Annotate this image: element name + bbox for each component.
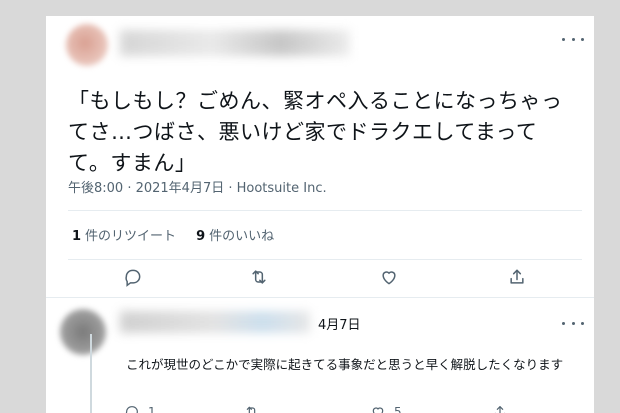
heart-icon[interactable] — [379, 267, 399, 287]
reply-like-button[interactable]: 5 — [370, 404, 402, 413]
reply-like-count: 5 — [394, 405, 402, 413]
heart-icon — [370, 404, 386, 413]
tweet-stats: 1 件のリツイート 9 件のいいね — [72, 225, 274, 244]
retweet-icon — [244, 404, 260, 413]
more-icon[interactable] — [562, 317, 584, 329]
retweet-icon[interactable] — [249, 267, 269, 287]
reply-text: これが現世のどこかで実際に起きてる事象だと思うと早く解脱したくなります — [126, 357, 564, 372]
tweet-header — [46, 16, 594, 66]
reply-reply-button[interactable]: 1 — [124, 404, 156, 413]
reply-reply-count: 1 — [148, 405, 156, 413]
reply-date[interactable]: 4月7日 — [318, 314, 361, 333]
avatar-blurred[interactable] — [66, 24, 108, 66]
reply-share-button[interactable] — [492, 404, 508, 413]
thread-line — [90, 334, 92, 413]
tweet-card: 「もしもし？ごめん、緊オペ入ることになっちゃってさ…つばさ、悪いけど家でドラクエ… — [46, 16, 594, 413]
reply-icon — [124, 404, 140, 413]
more-icon[interactable] — [562, 32, 584, 46]
divider — [68, 210, 582, 211]
divider — [68, 259, 582, 260]
retweets-count: 1 — [72, 229, 82, 244]
likes-stat[interactable]: 9 件のいいね — [196, 225, 274, 244]
divider — [46, 297, 594, 298]
share-icon[interactable] — [507, 267, 527, 287]
retweets-stat[interactable]: 1 件のリツイート — [72, 225, 176, 244]
reply-avatar-blurred[interactable] — [60, 309, 106, 355]
reply-icon[interactable] — [123, 267, 143, 287]
reply-retweet-button[interactable] — [244, 404, 260, 413]
share-icon — [492, 404, 508, 413]
reply-username-blurred[interactable] — [120, 311, 310, 333]
likes-label: 件のいいね — [209, 229, 275, 244]
tweet-timestamp[interactable]: 午後8:00 · 2021年4月7日 · Hootsuite Inc. — [68, 177, 327, 196]
retweets-label: 件のリツイート — [85, 229, 177, 244]
tweet-text: 「もしもし？ごめん、緊オペ入ることになっちゃってさ…つばさ、悪いけど家でドラクエ… — [68, 89, 563, 175]
username-blurred[interactable] — [120, 30, 350, 56]
likes-count: 9 — [196, 229, 206, 244]
reply-actions: 1 5 — [46, 404, 594, 413]
